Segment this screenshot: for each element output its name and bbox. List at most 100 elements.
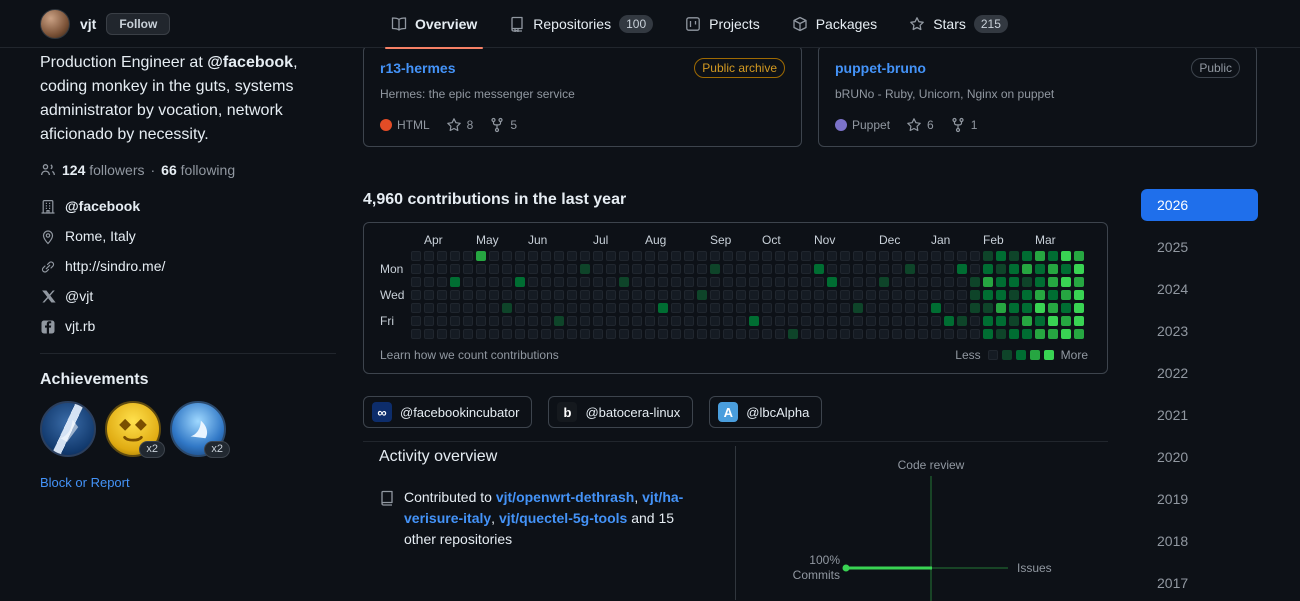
contribution-cell[interactable] — [476, 303, 486, 313]
year-2021[interactable]: 2021 — [1141, 399, 1258, 431]
contribution-cell[interactable] — [580, 329, 590, 339]
contribution-cell[interactable] — [424, 329, 434, 339]
contribution-cell[interactable] — [853, 303, 863, 313]
contribution-cell[interactable] — [1035, 290, 1045, 300]
contribution-cell[interactable] — [554, 264, 564, 274]
contribution-cell[interactable] — [814, 303, 824, 313]
contribution-cell[interactable] — [528, 329, 538, 339]
contribution-cell[interactable] — [528, 290, 538, 300]
contribution-cell[interactable] — [801, 290, 811, 300]
contribution-cell[interactable] — [619, 303, 629, 313]
contribution-cell[interactable] — [1009, 290, 1019, 300]
contribution-cell[interactable] — [905, 329, 915, 339]
contribution-cell[interactable] — [853, 251, 863, 261]
contribution-cell[interactable] — [983, 277, 993, 287]
contribution-cell[interactable] — [541, 277, 551, 287]
contribution-cell[interactable] — [1035, 251, 1045, 261]
contribution-cell[interactable] — [476, 277, 486, 287]
contribution-cell[interactable] — [879, 290, 889, 300]
contribution-cell[interactable] — [905, 251, 915, 261]
contribution-cell[interactable] — [502, 264, 512, 274]
contribution-cell[interactable] — [1022, 329, 1032, 339]
contribution-cell[interactable] — [827, 329, 837, 339]
contribution-cell[interactable] — [502, 329, 512, 339]
contribution-cell[interactable] — [775, 264, 785, 274]
contribution-cell[interactable] — [1035, 264, 1045, 274]
contribution-cell[interactable] — [762, 303, 772, 313]
contribution-cell[interactable] — [762, 277, 772, 287]
contribution-cell[interactable] — [931, 329, 941, 339]
follow-button[interactable]: Follow — [106, 13, 170, 35]
contribution-cell[interactable] — [905, 303, 915, 313]
contribution-cell[interactable] — [1035, 316, 1045, 326]
contribution-cell[interactable] — [996, 303, 1006, 313]
contribution-cell[interactable] — [567, 277, 577, 287]
contribution-cell[interactable] — [1061, 329, 1071, 339]
contribution-cell[interactable] — [931, 290, 941, 300]
contribution-cell[interactable] — [619, 316, 629, 326]
contribution-cell[interactable] — [450, 264, 460, 274]
contribution-cell[interactable] — [866, 316, 876, 326]
contribution-cell[interactable] — [541, 264, 551, 274]
contribution-cell[interactable] — [957, 316, 967, 326]
contribution-cell[interactable] — [489, 251, 499, 261]
contribution-cell[interactable] — [827, 264, 837, 274]
contribution-cell[interactable] — [658, 277, 668, 287]
contribution-cell[interactable] — [801, 329, 811, 339]
contribution-cell[interactable] — [944, 290, 954, 300]
contribution-cell[interactable] — [580, 290, 590, 300]
contribution-cell[interactable] — [632, 290, 642, 300]
contribution-cell[interactable] — [697, 316, 707, 326]
username[interactable]: vjt — [80, 16, 96, 32]
contribution-cell[interactable] — [892, 251, 902, 261]
contribution-cell[interactable] — [658, 264, 668, 274]
contribution-cell[interactable] — [1061, 290, 1071, 300]
contribution-cell[interactable] — [502, 290, 512, 300]
org-lbcAlpha[interactable]: A @lbcAlpha — [709, 396, 822, 428]
contribution-cell[interactable] — [697, 251, 707, 261]
contribution-cell[interactable] — [684, 264, 694, 274]
contribution-cell[interactable] — [437, 316, 447, 326]
contribution-cell[interactable] — [450, 329, 460, 339]
contribution-cell[interactable] — [528, 303, 538, 313]
contribution-cell[interactable] — [515, 316, 525, 326]
contribution-cell[interactable] — [879, 251, 889, 261]
contribution-cell[interactable] — [736, 303, 746, 313]
contribution-cell[interactable] — [580, 277, 590, 287]
repo-name-link[interactable]: r13-hermes — [380, 60, 456, 76]
contribution-cell[interactable] — [788, 264, 798, 274]
contribution-cell[interactable] — [1074, 251, 1084, 261]
contribution-cell[interactable] — [853, 264, 863, 274]
contribution-cell[interactable] — [931, 303, 941, 313]
contribution-cell[interactable] — [476, 264, 486, 274]
repo-forks[interactable]: 1 — [950, 117, 978, 133]
contribution-cell[interactable] — [944, 277, 954, 287]
contribution-cell[interactable] — [1009, 303, 1019, 313]
org-batocera-linux[interactable]: b @batocera-linux — [548, 396, 693, 428]
contribution-cell[interactable] — [762, 290, 772, 300]
contribution-cell[interactable] — [866, 290, 876, 300]
contribution-cell[interactable] — [632, 303, 642, 313]
contribution-cell[interactable] — [1009, 264, 1019, 274]
contribution-cell[interactable] — [476, 316, 486, 326]
contribution-cell[interactable] — [489, 277, 499, 287]
contribution-cell[interactable] — [463, 329, 473, 339]
contribution-cell[interactable] — [1074, 303, 1084, 313]
contribution-cell[interactable] — [658, 303, 668, 313]
contribution-cell[interactable] — [879, 264, 889, 274]
contribution-cell[interactable] — [1061, 251, 1071, 261]
contribution-cell[interactable] — [762, 329, 772, 339]
contribution-cell[interactable] — [1061, 264, 1071, 274]
following-link[interactable]: 66 following — [161, 162, 235, 178]
achievement-badge-3[interactable]: x2 — [170, 401, 226, 457]
contribution-cell[interactable] — [1048, 316, 1058, 326]
contributed-repo-link[interactable]: vjt/quectel-5g-tools — [499, 510, 627, 526]
contribution-cell[interactable] — [606, 277, 616, 287]
contribution-cell[interactable] — [918, 290, 928, 300]
contribution-cell[interactable] — [632, 316, 642, 326]
contribution-cell[interactable] — [957, 251, 967, 261]
contribution-cell[interactable] — [723, 251, 733, 261]
contribution-cell[interactable] — [1035, 277, 1045, 287]
contribution-cell[interactable] — [645, 303, 655, 313]
contribution-cell[interactable] — [944, 264, 954, 274]
